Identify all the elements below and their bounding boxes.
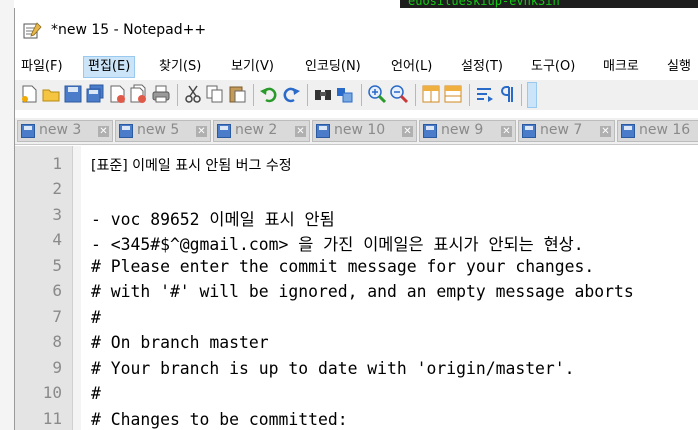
tab-label: new 9 bbox=[441, 122, 484, 138]
paste-icon[interactable] bbox=[227, 84, 247, 104]
tab-new-3[interactable]: new 3 ✕ bbox=[17, 120, 113, 142]
print-icon[interactable] bbox=[151, 84, 171, 104]
tab-label: new 7 bbox=[540, 122, 583, 138]
line-number: 8 bbox=[52, 332, 62, 351]
menu-settings[interactable]: 설정(T) bbox=[457, 56, 507, 78]
toolbar-separator bbox=[307, 84, 308, 106]
cut-icon[interactable] bbox=[183, 84, 203, 104]
copy-icon[interactable] bbox=[205, 84, 225, 104]
desktop-background bbox=[0, 0, 14, 430]
menu-file[interactable]: 파일(F) bbox=[17, 56, 67, 78]
tab-label: new 10 bbox=[334, 122, 386, 138]
line-number: 4 bbox=[52, 230, 62, 249]
tab-close-icon[interactable]: ✕ bbox=[98, 126, 109, 137]
tab-close-icon[interactable]: ✕ bbox=[600, 126, 611, 137]
line-number: 5 bbox=[52, 256, 62, 275]
show-all-chars-icon[interactable] bbox=[497, 84, 517, 104]
tab-new-9[interactable]: new 9 ✕ bbox=[419, 120, 516, 142]
code-line: # Changes to be committed: bbox=[91, 410, 348, 429]
menu-encoding[interactable]: 인코딩(N) bbox=[301, 56, 365, 78]
editor-area[interactable]: 1 2 3 4 5 6 7 8 9 10 11 [표준] 이메일 표시 안됨 버… bbox=[15, 146, 698, 430]
background-terminal-text: euosilueskiup-evnk3in bbox=[408, 0, 560, 8]
toolbar-overflow-button[interactable] bbox=[527, 82, 537, 108]
replace-icon[interactable] bbox=[335, 84, 355, 104]
tab-bar: new 3 ✕ new 5 ✕ new 2 ✕ new 10 ✕ new 9 ✕… bbox=[15, 118, 698, 145]
zoom-out-icon[interactable] bbox=[389, 84, 409, 104]
code-line: [표준] 이메일 표시 안됨 버그 수정 bbox=[91, 158, 292, 174]
title-bar[interactable]: *new 15 - Notepad++ bbox=[15, 8, 698, 48]
line-number: 10 bbox=[42, 383, 62, 402]
tab-close-icon[interactable]: ✕ bbox=[501, 126, 512, 137]
tab-new-7[interactable]: new 7 ✕ bbox=[518, 120, 615, 142]
line-number: 6 bbox=[52, 281, 62, 300]
tab-save-icon bbox=[621, 124, 635, 138]
menu-bar: 파일(F) 편집(E) 찾기(S) 보기(V) 인코딩(N) 언어(L) 설정(… bbox=[15, 54, 698, 78]
line-number: 2 bbox=[52, 179, 62, 198]
tab-new-2[interactable]: new 2 ✕ bbox=[213, 120, 310, 142]
menu-edit[interactable]: 편집(E) bbox=[83, 56, 136, 78]
sync-vertical-icon[interactable] bbox=[421, 84, 441, 104]
code-line: # Your branch is up to date with 'origin… bbox=[91, 359, 575, 378]
zoom-in-icon[interactable] bbox=[367, 84, 387, 104]
tab-save-icon bbox=[21, 124, 35, 138]
line-number: 3 bbox=[52, 205, 62, 224]
tab-label: new 5 bbox=[137, 122, 180, 138]
fold-margin[interactable] bbox=[73, 146, 81, 430]
code-line: - <345#$^@gmail.com> 을 가진 이메일은 표시가 안되는 현… bbox=[91, 235, 584, 254]
menu-search[interactable]: 찾기(S) bbox=[155, 56, 205, 78]
toolbar-separator bbox=[469, 84, 470, 106]
tab-new-16[interactable]: new 16 bbox=[617, 120, 698, 142]
line-number: 7 bbox=[52, 307, 62, 326]
line-number: 11 bbox=[42, 409, 62, 428]
code-line: # On branch master bbox=[91, 333, 269, 352]
sync-horizontal-icon[interactable] bbox=[443, 84, 463, 104]
code-line: # bbox=[91, 308, 101, 327]
tab-close-icon[interactable]: ✕ bbox=[295, 126, 306, 137]
close-all-icon[interactable] bbox=[129, 84, 149, 104]
open-file-icon[interactable] bbox=[41, 84, 61, 104]
toolbar-separator bbox=[177, 84, 178, 106]
menu-language[interactable]: 언어(L) bbox=[387, 56, 436, 78]
close-icon[interactable] bbox=[107, 84, 127, 104]
tab-save-icon bbox=[423, 124, 437, 138]
menu-tools[interactable]: 도구(O) bbox=[527, 56, 579, 78]
tab-new-10[interactable]: new 10 ✕ bbox=[312, 120, 417, 142]
menu-run[interactable]: 실행 bbox=[663, 56, 695, 78]
save-icon[interactable] bbox=[63, 84, 83, 104]
tab-close-icon[interactable]: ✕ bbox=[402, 126, 413, 137]
tab-save-icon bbox=[217, 124, 231, 138]
line-number-gutter: 1 2 3 4 5 6 7 8 9 10 11 bbox=[15, 146, 73, 430]
code-line: # with '#' will be ignored, and an empty… bbox=[91, 282, 634, 301]
line-number: 9 bbox=[52, 358, 62, 377]
redo-icon[interactable] bbox=[281, 84, 301, 104]
tab-new-5[interactable]: new 5 ✕ bbox=[115, 120, 211, 142]
tab-label: new 16 bbox=[639, 122, 691, 138]
tab-label: new 2 bbox=[235, 122, 278, 138]
notepad-window: *new 15 - Notepad++ 파일(F) 편집(E) 찾기(S) 보기… bbox=[14, 8, 698, 430]
notepad-app-icon bbox=[23, 22, 42, 39]
new-file-icon[interactable] bbox=[19, 84, 39, 104]
code-line: - voc 89652 이메일 표시 안됨 bbox=[91, 210, 335, 229]
line-number: 1 bbox=[52, 154, 62, 173]
undo-icon[interactable] bbox=[259, 84, 279, 104]
tab-save-icon bbox=[119, 124, 133, 138]
tab-close-icon[interactable]: ✕ bbox=[196, 126, 207, 137]
find-icon[interactable] bbox=[313, 84, 333, 104]
tab-save-icon bbox=[522, 124, 536, 138]
menu-macro[interactable]: 매크로 bbox=[599, 56, 643, 78]
save-all-icon[interactable] bbox=[85, 84, 105, 104]
window-title: *new 15 - Notepad++ bbox=[51, 22, 207, 38]
toolbar-separator bbox=[415, 84, 416, 106]
tab-save-icon bbox=[316, 124, 330, 138]
code-line: # Please enter the commit message for yo… bbox=[91, 257, 595, 276]
toolbar-separator bbox=[253, 84, 254, 106]
toolbar-separator bbox=[361, 84, 362, 106]
toolbar bbox=[15, 80, 698, 110]
code-line: # bbox=[91, 384, 101, 403]
tab-label: new 3 bbox=[39, 122, 82, 138]
word-wrap-icon[interactable] bbox=[475, 84, 495, 104]
toolbar-separator bbox=[521, 84, 522, 106]
background-terminal: euosilueskiup-evnk3in bbox=[400, 0, 698, 8]
menu-view[interactable]: 보기(V) bbox=[227, 56, 278, 78]
